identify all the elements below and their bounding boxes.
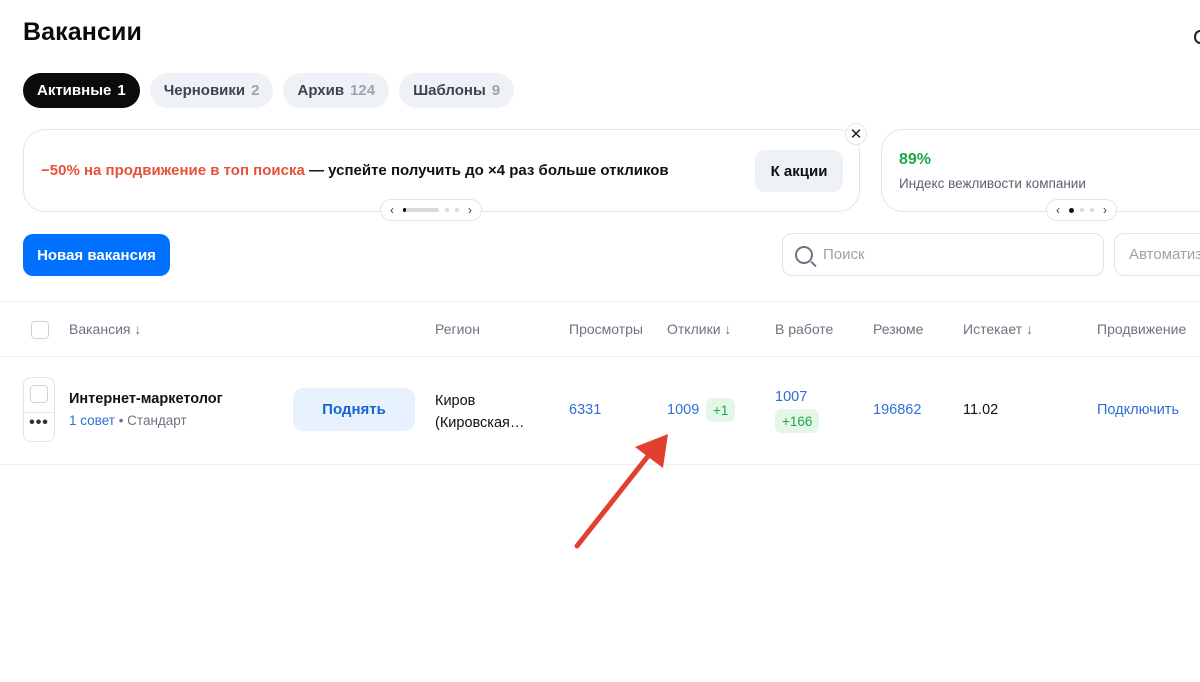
tab-label: Активные bbox=[37, 82, 112, 99]
promo-button[interactable]: К акции bbox=[755, 150, 843, 192]
promotion-link[interactable]: Подключить bbox=[1097, 402, 1179, 418]
column-promotion: Продвижение bbox=[1097, 321, 1187, 337]
tab-count: 9 bbox=[491, 82, 501, 99]
raise-button[interactable]: Поднять bbox=[293, 388, 415, 431]
table-row: ••• Интернет-маркетолог 1 совет • Станда… bbox=[0, 357, 1200, 465]
column-views: Просмотры bbox=[569, 321, 643, 337]
pager-progress bbox=[403, 208, 439, 212]
promo-body-text: — успейте получить до ×4 раз больше откл… bbox=[304, 162, 669, 179]
vacancy-subtitle: 1 совет • Стандарт bbox=[69, 413, 187, 428]
automation-button[interactable]: Автоматизация bbox=[1114, 233, 1200, 276]
search-icon bbox=[795, 245, 813, 264]
politeness-index-value: 89% bbox=[899, 151, 932, 168]
promo-accent-text: −50% на продвижение в топ поиска bbox=[41, 162, 305, 179]
plan-label: Стандарт bbox=[127, 413, 187, 428]
chevron-right-icon[interactable]: › bbox=[1100, 203, 1110, 217]
arrow-shaft bbox=[574, 448, 655, 549]
tips-link[interactable]: 1 совет bbox=[69, 413, 115, 428]
search-input[interactable] bbox=[823, 246, 1083, 263]
pager-dot[interactable] bbox=[455, 208, 459, 212]
row-controls: ••• bbox=[23, 377, 55, 442]
resume-link[interactable]: 196862 bbox=[873, 402, 921, 418]
close-icon[interactable]: ✕ bbox=[845, 123, 867, 145]
pager-dot[interactable] bbox=[445, 208, 449, 212]
chevron-left-icon[interactable]: ‹ bbox=[387, 203, 397, 217]
region-cell: Киров (Кировская… bbox=[435, 390, 545, 434]
tab-active[interactable]: Активные 1 bbox=[23, 73, 140, 108]
politeness-index-card[interactable]: 89% Индекс вежливости компании bbox=[881, 129, 1200, 212]
search-box bbox=[782, 233, 1104, 276]
divider bbox=[24, 412, 54, 413]
pager-dot[interactable] bbox=[1080, 208, 1084, 212]
region-area: (Кировская… bbox=[435, 415, 525, 431]
responses-link[interactable]: 1009 bbox=[667, 402, 699, 418]
tab-count: 1 bbox=[117, 82, 126, 99]
tab-archive[interactable]: Архив 124 bbox=[283, 73, 390, 108]
vacancy-title[interactable]: Интернет-маркетолог bbox=[69, 391, 223, 407]
views-link[interactable]: 6331 bbox=[569, 402, 601, 418]
tab-count: 2 bbox=[251, 82, 260, 99]
column-in-work: В работе bbox=[775, 321, 834, 337]
column-vacancy[interactable]: Вакансия ↓ bbox=[69, 321, 141, 337]
table-header: Вакансия ↓ Регион Просмотры Отклики ↓ В … bbox=[0, 301, 1200, 357]
promo-pager: ‹ › bbox=[380, 199, 482, 221]
expires-date: 11.02 bbox=[963, 402, 999, 418]
column-resume: Резюме bbox=[873, 321, 924, 337]
status-tabs: Активные 1 Черновики 2 Архив 124 Шаблоны… bbox=[23, 73, 515, 108]
select-all-checkbox[interactable] bbox=[31, 321, 49, 339]
new-vacancy-button[interactable]: Новая вакансия bbox=[23, 234, 170, 276]
promo-text: −50% на продвижение в топ поиска — успей… bbox=[41, 162, 669, 179]
column-expires[interactable]: Истекает ↓ bbox=[963, 321, 1033, 337]
in-work-new-badge: +166 bbox=[775, 409, 820, 433]
pager-dot[interactable] bbox=[1069, 207, 1074, 213]
row-checkbox[interactable] bbox=[30, 385, 48, 403]
chevron-left-icon[interactable]: ‹ bbox=[1053, 203, 1063, 217]
tab-drafts[interactable]: Черновики 2 bbox=[149, 73, 274, 108]
region-city: Киров bbox=[435, 393, 476, 409]
tab-label: Шаблоны bbox=[413, 82, 486, 99]
tab-templates[interactable]: Шаблоны 9 bbox=[399, 73, 515, 108]
separator: • bbox=[114, 413, 128, 428]
chevron-right-icon[interactable]: › bbox=[465, 203, 475, 217]
more-icon[interactable]: ••• bbox=[24, 415, 54, 431]
page-title: Вакансии bbox=[23, 18, 142, 46]
column-responses[interactable]: Отклики ↓ bbox=[667, 321, 731, 337]
tab-label: Черновики bbox=[163, 82, 246, 99]
column-region: Регион bbox=[435, 321, 480, 337]
new-responses-badge: +1 bbox=[706, 398, 736, 422]
pager-dot[interactable] bbox=[1090, 208, 1094, 212]
in-work-link[interactable]: 1007 bbox=[775, 389, 807, 405]
index-pager: ‹ › bbox=[1046, 199, 1117, 221]
top-right-partial-icon[interactable] bbox=[1194, 30, 1200, 44]
tab-label: Архив bbox=[297, 82, 345, 99]
politeness-index-label: Индекс вежливости компании bbox=[899, 176, 1086, 191]
tab-count: 124 bbox=[350, 82, 376, 99]
